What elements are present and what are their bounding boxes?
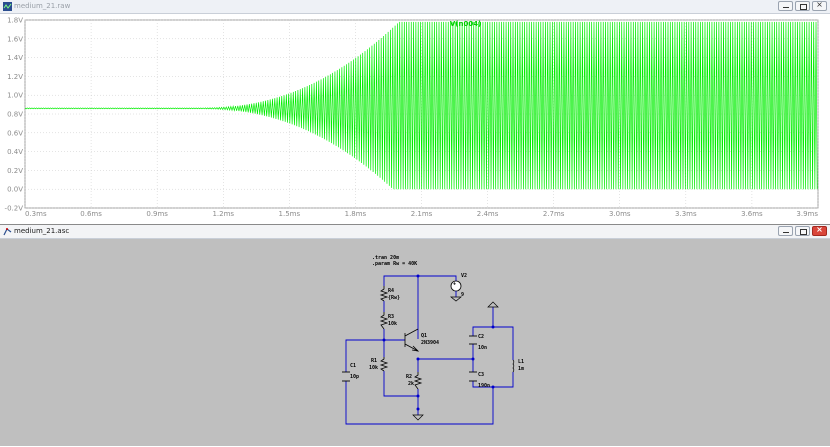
ground-top <box>487 301 499 308</box>
transistor-q1[interactable] <box>404 328 420 352</box>
y-tick-label: 1.8V <box>7 17 23 25</box>
y-tick-label: 0.6V <box>7 129 23 137</box>
y-tick-label: 0.0V <box>7 186 23 194</box>
label-l1-ref: L1 <box>518 359 524 365</box>
schematic-titlebar[interactable]: medium_21.asc × <box>0 225 830 239</box>
x-tick-label: 3.9ms <box>796 210 818 218</box>
minimize-icon <box>783 7 789 8</box>
close-icon: × <box>816 225 823 234</box>
label-q1-value: 2N3904 <box>421 340 439 346</box>
x-tick-label: 2.4ms <box>477 210 499 218</box>
svg-text:+: + <box>453 281 456 287</box>
y-tick-label: 1.2V <box>7 73 23 81</box>
label-c2-value: 10n <box>478 345 487 351</box>
maximize-button[interactable] <box>795 226 810 236</box>
resistor-r1 <box>379 357 389 372</box>
maximize-button[interactable] <box>795 1 810 11</box>
schematic-icon <box>3 228 12 236</box>
label-q1-ref: Q1 <box>421 333 427 339</box>
waveform-plot[interactable]: 1.8V 1.6V 1.4V 1.2V 1.0V 0.8V 0.6V 0.4V 0.2V 0.0V… <box>0 14 830 222</box>
y-tick-label: 0.4V <box>7 148 23 156</box>
resistor-r2 <box>413 372 423 390</box>
close-icon: × <box>816 0 823 9</box>
trace-label[interactable]: V(n004) <box>450 20 481 28</box>
x-tick-label: 1.5ms <box>279 210 301 218</box>
x-tick-label: 0.9ms <box>146 210 168 218</box>
label-v2-value: 9 <box>461 292 464 298</box>
x-tick-label: 1.2ms <box>212 210 234 218</box>
label-c3-value: 190n <box>478 383 490 389</box>
inductor-l1[interactable] <box>512 359 515 373</box>
x-tick-label: 3.6ms <box>741 210 763 218</box>
label-r2-value: 2k <box>408 381 414 387</box>
waveform-icon <box>3 2 12 11</box>
label-c2-ref: C2 <box>478 334 484 340</box>
resistor-bodies <box>379 286 423 390</box>
resistor-r3 <box>379 312 389 330</box>
y-tick-label: 1.0V <box>7 92 23 100</box>
schematic-wires <box>345 275 514 425</box>
maximize-icon <box>800 4 807 10</box>
y-tick-label: 0.8V <box>7 111 23 119</box>
y-tick-label: 1.4V <box>7 54 23 62</box>
label-c3-ref: C3 <box>478 372 484 378</box>
label-l1-value: 1m <box>518 366 524 372</box>
y-tick-label: -0.2V <box>5 205 24 213</box>
waveform-titlebar[interactable]: medium_21.raw × <box>0 0 830 14</box>
schematic-window-title: medium_21.asc <box>14 227 70 235</box>
waveform-window-title: medium_21.raw <box>14 2 71 10</box>
schematic-canvas[interactable]: + .tran 20m .param Rw = 40K V2 9 R4 {Rw}… <box>0 239 830 447</box>
y-tick-label: 1.6V <box>7 35 23 43</box>
x-tick-label: 0.6ms <box>80 210 102 218</box>
y-tick-label: 0.2V <box>7 167 23 175</box>
x-tick-label: 3.3ms <box>675 210 697 218</box>
label-r1-ref: R1 <box>371 358 377 364</box>
ground-symbols <box>412 301 499 421</box>
ground-bottom <box>412 414 424 421</box>
waveform-viewer-window: medium_21.raw × 1.8V 1.6V 1.4V 1.2V 1.0V 0.8V… <box>0 0 830 222</box>
minimize-button[interactable] <box>778 1 793 11</box>
minimize-button[interactable] <box>778 226 793 236</box>
minimize-icon <box>783 232 789 233</box>
x-axis-ticks: 0.3ms 0.6ms 0.9ms 1.2ms 1.5ms 1.8ms 2.1ms 2.4ms… <box>25 210 818 218</box>
close-button[interactable]: × <box>812 225 827 236</box>
label-v2-ref: V2 <box>461 273 467 279</box>
label-r3-ref: R3 <box>388 314 394 320</box>
resistor-r4 <box>379 286 389 302</box>
label-r4-ref: R4 <box>388 288 394 294</box>
y-axis-ticks: 1.8V 1.6V 1.4V 1.2V 1.0V 0.8V 0.6V 0.4V 0.2V 0.0V… <box>5 17 24 213</box>
directive-param[interactable]: .param Rw = 40K <box>372 261 417 267</box>
close-button[interactable]: × <box>812 0 827 11</box>
x-tick-label: 3.0ms <box>609 210 631 218</box>
label-r2-ref: R2 <box>406 374 412 380</box>
x-tick-label: 2.7ms <box>543 210 565 218</box>
schematic-editor-window: medium_21.asc × + .tran 20m .param Rw = … <box>0 224 830 446</box>
x-tick-label: 1.8ms <box>345 210 367 218</box>
label-r1-value: 10k <box>369 365 378 371</box>
x-tick-label: 0.3ms <box>25 210 47 218</box>
maximize-icon <box>800 229 807 235</box>
label-c1-value: 10p <box>350 374 359 380</box>
label-c1-ref: C1 <box>350 363 356 369</box>
trace-v-n004[interactable] <box>24 21 818 190</box>
voltage-source-v2[interactable]: + <box>450 280 462 302</box>
label-r4-value: {Rw} <box>388 295 400 301</box>
label-r3-value: 10k <box>388 321 397 327</box>
x-tick-label: 2.1ms <box>411 210 433 218</box>
